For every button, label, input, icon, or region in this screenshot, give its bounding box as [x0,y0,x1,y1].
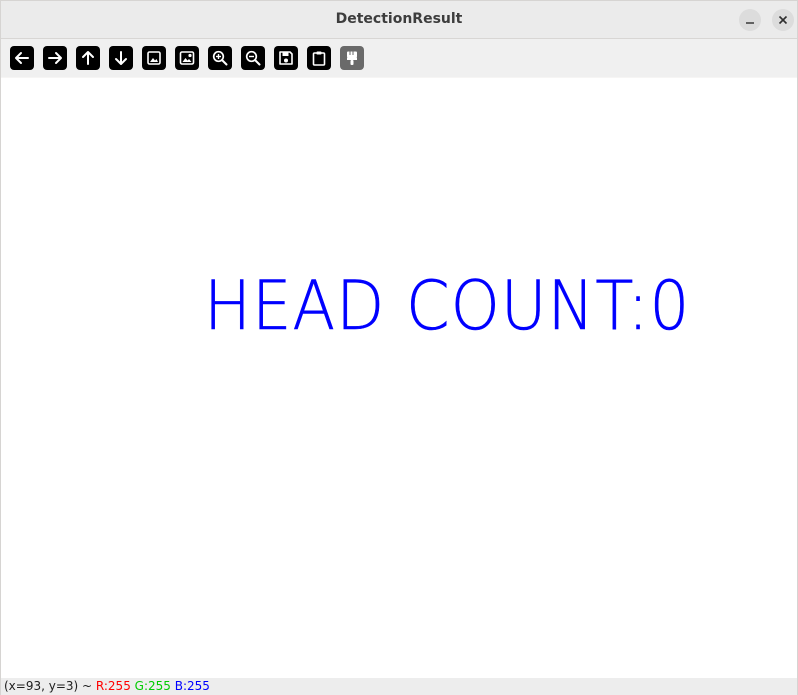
image-fit-icon [179,51,195,65]
clipboard-icon [312,51,326,66]
toolbar [1,39,797,77]
title-bar[interactable]: DetectionResult [1,1,797,39]
cursor-coordinates: (x=93, y=3) ~ [4,679,96,693]
save-button[interactable] [274,46,298,70]
head-count-text: HEAD COUNT:0 [204,267,691,346]
zoom-original-button[interactable] [142,46,166,70]
green-value: G:255 [134,679,171,693]
arrow-left-icon [15,52,29,64]
pan-down-button[interactable] [109,46,133,70]
minimize-icon [746,22,754,24]
copy-button[interactable] [307,46,331,70]
zoom-out-button[interactable] [241,46,265,70]
blue-value: B:255 [174,679,210,693]
close-icon [778,15,788,25]
window-title: DetectionResult [335,11,463,27]
zoom-fit-button[interactable] [175,46,199,70]
close-button[interactable] [772,9,794,31]
zoom-out-icon [245,50,261,66]
arrow-up-icon [82,51,94,65]
red-value: R:255 [95,679,131,693]
paint-brush-icon [347,51,357,65]
image-icon [147,51,161,65]
image-canvas[interactable]: HEAD COUNT:0 [1,78,797,678]
status-bar: (x=93, y=3) ~ R:255 G:255 B:255 [1,678,797,695]
arrow-right-icon [48,52,62,64]
pan-left-button[interactable] [10,46,34,70]
pan-up-button[interactable] [76,46,100,70]
zoom-in-icon [212,50,228,66]
save-icon [279,51,293,65]
app-window: DetectionResult HEAD COUNT:0 (x=93, y=3)… [0,0,798,695]
arrow-down-icon [115,51,127,65]
zoom-in-button[interactable] [208,46,232,70]
pan-right-button[interactable] [43,46,67,70]
properties-button[interactable] [340,46,364,70]
minimize-button[interactable] [739,9,761,31]
